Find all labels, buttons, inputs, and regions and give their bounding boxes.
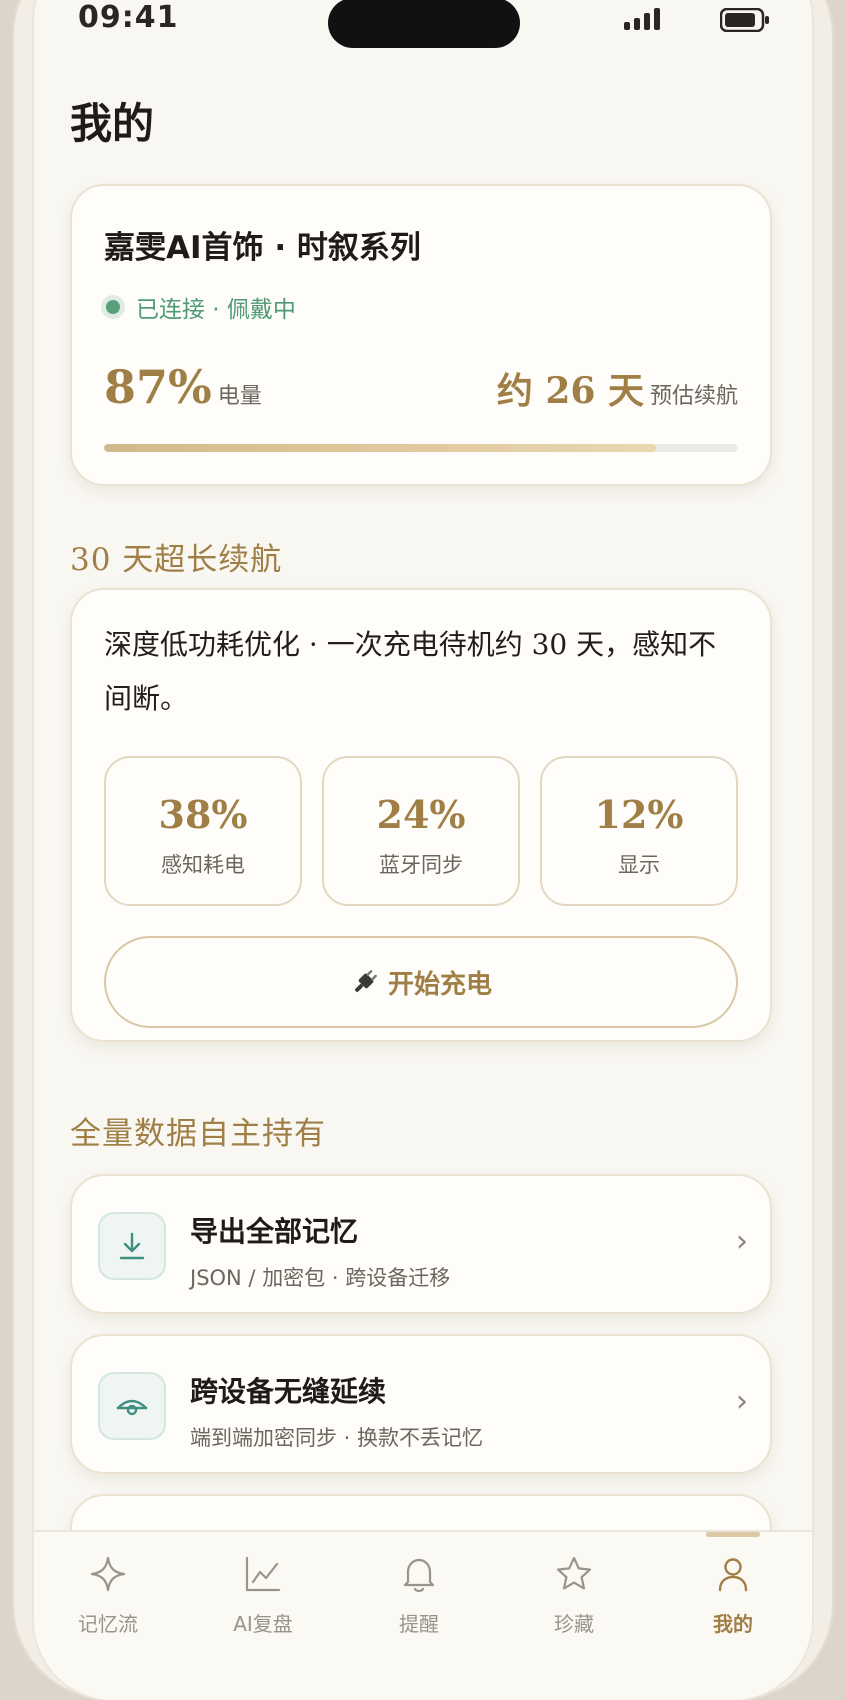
bell-icon — [403, 1558, 435, 1592]
stat-display: 12% 显示 — [540, 756, 738, 906]
endurance-value: 约 26 天 — [496, 370, 644, 412]
page-title: 我的 — [70, 99, 155, 148]
endurance-label: 预估续航 — [649, 384, 738, 409]
star-icon — [556, 1556, 592, 1590]
stat-label: 感知耗电 — [161, 853, 245, 877]
tab-memory-stream[interactable]: 记忆流 — [48, 1552, 168, 1662]
battery-icon — [720, 8, 769, 32]
tab-mine[interactable]: 我的 — [673, 1552, 793, 1662]
tab-label: AI复盘 — [233, 1612, 293, 1636]
sparkle-icon — [90, 1556, 126, 1592]
endurance-section-title: 30 天超长续航 — [70, 542, 283, 578]
tab-label: 记忆流 — [78, 1612, 138, 1636]
tab-ai-review[interactable]: AI复盘 — [203, 1552, 323, 1662]
dynamic-island — [328, 0, 520, 48]
tab-bar: 记忆流 AI复盘 提醒 珍藏 我的 — [34, 1530, 812, 1700]
chart-icon — [245, 1556, 281, 1592]
row-subtitle: JSON / 加密包 · 跨设备迁移 — [190, 1266, 451, 1290]
active-tab-indicator — [706, 1532, 760, 1537]
chevron-right-icon: › — [736, 1384, 748, 1419]
signal-icon — [624, 8, 660, 30]
start-charging-button[interactable]: 开始充电 — [104, 936, 738, 1028]
connected-dot-icon — [106, 300, 120, 314]
tab-label: 我的 — [713, 1612, 753, 1636]
battery-row: 87% 电量 约 26 天 预估续航 — [104, 354, 738, 414]
plug-icon — [354, 970, 377, 992]
device-card[interactable]: 嘉雯AI首饰 · 时叙系列 已连接 · 佩戴中 87% 电量 约 26 天 预估… — [70, 184, 772, 486]
sync-icon — [98, 1372, 166, 1440]
battery-progress-fill — [104, 444, 656, 452]
battery-value: 87% — [104, 360, 212, 414]
person-icon — [718, 1558, 748, 1592]
row-title: 跨设备无缝延续 — [190, 1375, 387, 1408]
start-charging-label: 开始充电 — [387, 969, 492, 1000]
tab-collection[interactable]: 珍藏 — [514, 1552, 634, 1662]
stat-value: 12% — [594, 792, 684, 837]
stat-label: 蓝牙同步 — [379, 853, 463, 877]
battery-label: 电量 — [217, 384, 262, 409]
connection-status: 已连接 · 佩戴中 — [104, 290, 296, 324]
stat-value: 38% — [158, 792, 248, 837]
tab-label: 提醒 — [399, 1612, 439, 1636]
tab-label: 珍藏 — [554, 1612, 594, 1636]
stat-bluetooth: 24% 蓝牙同步 — [322, 756, 520, 906]
stat-value: 24% — [376, 792, 466, 837]
tab-reminders[interactable]: 提醒 — [359, 1552, 479, 1662]
export-memories-item[interactable]: 导出全部记忆 JSON / 加密包 · 跨设备迁移 › — [70, 1174, 772, 1314]
battery-info: 87% 电量 — [104, 360, 262, 414]
download-icon — [98, 1212, 166, 1280]
battery-progress-bar — [104, 444, 738, 452]
endurance-description: 深度低功耗优化 · 一次充电待机约 30 天，感知不间断。 — [104, 628, 717, 715]
cross-device-sync-item[interactable]: 跨设备无缝延续 端到端加密同步 · 换款不丢记忆 › — [70, 1334, 772, 1474]
power-stats: 38% 感知耗电 24% 蓝牙同步 12% 显示 — [104, 756, 738, 906]
endurance-card: 深度低功耗优化 · 一次充电待机约 30 天，感知不间断。 38% 感知耗电 2… — [70, 588, 772, 1042]
status-bar: 09:41 — [34, 0, 812, 48]
data-section-title: 全量数据自主持有 — [70, 1116, 326, 1152]
stat-sensing: 38% 感知耗电 — [104, 756, 302, 906]
chevron-right-icon: › — [736, 1224, 748, 1259]
row-title: 导出全部记忆 — [190, 1215, 359, 1248]
device-name: 嘉雯AI首饰 · 时叙系列 — [104, 230, 421, 266]
status-time: 09:41 — [78, 0, 179, 35]
stat-label: 显示 — [618, 853, 660, 877]
connection-text: 已连接 · 佩戴中 — [136, 297, 296, 323]
endurance-info: 约 26 天 预估续航 — [497, 362, 738, 414]
phone-screen: 09:41 我的 嘉雯AI首饰 · 时叙系列 已连接 · 佩戴中 87% 电量 — [34, 0, 812, 1700]
row-subtitle: 端到端加密同步 · 换款不丢记忆 — [190, 1426, 484, 1450]
